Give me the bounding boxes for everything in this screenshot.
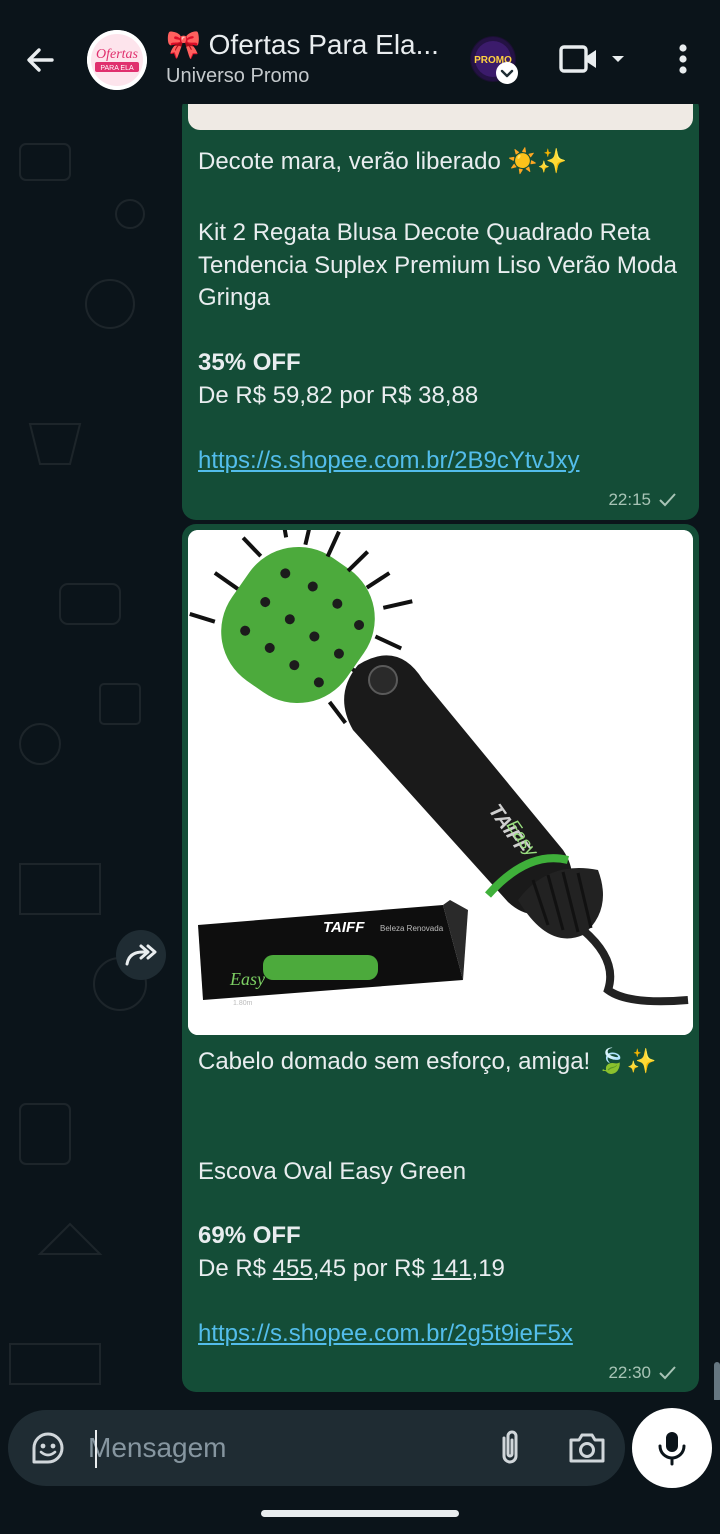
hair-brush-product-icon: TAIFF Easy TAIFF Beleza Renovada Easy 1.… bbox=[188, 530, 693, 1035]
message-headline: Decote mara, verão liberado ☀️✨ bbox=[198, 148, 568, 175]
price-old-dec: ,45 por R$ bbox=[312, 1255, 432, 1282]
group-logo-icon: Ofertas PARA ELA bbox=[87, 30, 147, 90]
forward-button[interactable] bbox=[116, 930, 166, 980]
community-avatar[interactable]: PROMO bbox=[470, 36, 518, 84]
message-link-row: https://s.shopee.com.br/2B9cYtvJxy bbox=[198, 445, 683, 478]
box-brand-text: TAIFF bbox=[323, 919, 365, 936]
price-new-dec: ,19 bbox=[471, 1255, 505, 1282]
chat-subtitle: Universo Promo bbox=[166, 65, 310, 87]
sticker-icon bbox=[32, 1432, 64, 1464]
message-price: De R$ 455,45 por R$ 141,19 bbox=[198, 1253, 683, 1286]
message-time: 22:15 bbox=[608, 490, 677, 510]
video-call-icon bbox=[559, 45, 624, 73]
back-button[interactable] bbox=[18, 38, 62, 82]
time-text: 22:15 bbox=[608, 490, 651, 509]
message-price: De R$ 59,82 por R$ 38,88 bbox=[198, 382, 479, 409]
camera-button[interactable] bbox=[566, 1428, 608, 1468]
message-bubble[interactable]: TAIFF Easy TAIFF Beleza Renovada Easy 1.… bbox=[182, 524, 699, 1392]
message-product-title: Kit 2 Regata Blusa Decote Quadrado Reta … bbox=[198, 219, 677, 311]
chevron-down-icon bbox=[612, 56, 624, 62]
discount-text: 69% OFF bbox=[198, 1222, 301, 1249]
message-bubble[interactable]: Decote mara, verão liberado ☀️✨ Kit 2 Re… bbox=[182, 104, 699, 520]
chat-area[interactable]: Decote mara, verão liberado ☀️✨ Kit 2 Re… bbox=[0, 104, 720, 1400]
message-discount: 35% OFF bbox=[198, 347, 683, 380]
community-logo-icon: PROMO bbox=[471, 37, 518, 84]
message-image-bottom-edge[interactable] bbox=[188, 104, 693, 130]
sent-check-icon bbox=[659, 1366, 676, 1380]
box-product-text: Easy bbox=[229, 969, 265, 989]
box-subtitle-text: Beleza Renovada bbox=[380, 924, 444, 933]
price-new-int[interactable]: 141 bbox=[431, 1255, 471, 1282]
chat-header: Ofertas PARA ELA 🎀 Ofertas Para Ela... U… bbox=[0, 0, 720, 104]
product-image[interactable]: TAIFF Easy TAIFF Beleza Renovada Easy 1.… bbox=[188, 530, 693, 1035]
microphone-icon bbox=[658, 1432, 686, 1466]
product-link[interactable]: https://s.shopee.com.br/2B9cYtvJxy bbox=[198, 447, 580, 474]
box-spec-text: 1.80m bbox=[233, 1000, 253, 1007]
product-link[interactable]: https://s.shopee.com.br/2g5t9ieF5x bbox=[198, 1320, 573, 1347]
home-gesture-pill[interactable] bbox=[261, 1510, 459, 1517]
more-vert-icon bbox=[679, 44, 687, 74]
price-old-int[interactable]: 455 bbox=[273, 1255, 313, 1282]
message-link-row: https://s.shopee.com.br/2g5t9ieF5x bbox=[198, 1318, 683, 1351]
message-product-title: Escova Oval Easy Green bbox=[198, 1158, 467, 1185]
text-caret bbox=[95, 1430, 97, 1468]
camera-icon bbox=[569, 1433, 605, 1463]
forward-icon bbox=[125, 944, 157, 966]
avatar-line1: Ofertas bbox=[96, 47, 139, 62]
chat-title-area[interactable]: 🎀 Ofertas Para Ela... Universo Promo bbox=[166, 27, 456, 89]
sticker-button[interactable] bbox=[28, 1428, 68, 1468]
paperclip-icon bbox=[502, 1430, 518, 1464]
more-options-button[interactable] bbox=[668, 40, 698, 80]
back-arrow-icon bbox=[27, 48, 54, 72]
chat-title: 🎀 Ofertas Para Ela... bbox=[166, 29, 439, 60]
message-headline: Cabelo domado sem esforço, amiga! 🍃✨ bbox=[198, 1048, 657, 1075]
message-input-bar bbox=[8, 1410, 625, 1486]
avatar-line2: PARA ELA bbox=[100, 65, 134, 72]
scrollbar-thumb[interactable] bbox=[714, 1362, 720, 1400]
discount-text: 35% OFF bbox=[198, 349, 301, 376]
price-prefix: De R$ bbox=[198, 1255, 273, 1282]
time-text: 22:30 bbox=[608, 1363, 651, 1382]
attach-button[interactable] bbox=[490, 1428, 530, 1468]
message-input[interactable] bbox=[88, 1424, 468, 1472]
system-navigation-bar bbox=[0, 1494, 720, 1534]
video-call-button[interactable] bbox=[558, 40, 630, 80]
voice-message-button[interactable] bbox=[632, 1408, 712, 1488]
message-discount: 69% OFF bbox=[198, 1220, 683, 1253]
group-avatar[interactable]: Ofertas PARA ELA bbox=[87, 30, 147, 90]
message-time: 22:30 bbox=[608, 1363, 677, 1383]
sent-check-icon bbox=[659, 493, 676, 507]
